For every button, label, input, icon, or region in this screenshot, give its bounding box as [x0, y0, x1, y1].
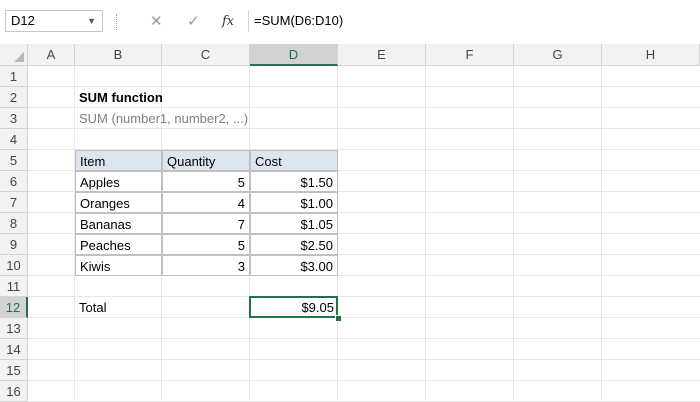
row-header-16[interactable]: 16 [0, 381, 28, 402]
row-header-2[interactable]: 2 [0, 87, 28, 108]
column-header-f[interactable]: F [426, 44, 514, 66]
chevron-down-icon[interactable]: ▼ [87, 11, 96, 31]
fill-handle[interactable] [335, 315, 342, 322]
name-box[interactable]: D12 ▼ [5, 10, 103, 32]
table-header-cell[interactable]: Quantity [162, 150, 250, 171]
row-header-12[interactable]: 12 [0, 297, 28, 318]
row-header-4[interactable]: 4 [0, 129, 28, 150]
table-cell[interactable]: Peaches [75, 234, 162, 255]
table-cell[interactable]: Apples [75, 171, 162, 192]
name-box-value: D12 [11, 13, 35, 28]
row-header-11[interactable]: 11 [0, 276, 28, 297]
gridline-horizontal [28, 338, 700, 339]
column-header-h[interactable]: H [602, 44, 700, 66]
table-cell[interactable]: Kiwis [75, 255, 162, 276]
column-header-a[interactable]: A [28, 44, 75, 66]
column-header-d[interactable]: D [250, 44, 338, 66]
formula-input[interactable]: =SUM(D6:D10) [248, 10, 700, 32]
column-header-b[interactable]: B [75, 44, 162, 66]
row-header-1[interactable]: 1 [0, 66, 28, 87]
row-header-6[interactable]: 6 [0, 171, 28, 192]
enter-icon[interactable]: ✓ [187, 12, 200, 32]
table-cell[interactable]: Oranges [75, 192, 162, 213]
gridline-horizontal [28, 359, 700, 360]
row-header-14[interactable]: 14 [0, 339, 28, 360]
total-label[interactable]: Total [75, 297, 162, 318]
table-header-cell[interactable]: Cost [250, 150, 338, 171]
column-header-c[interactable]: C [162, 44, 250, 66]
row-header-7[interactable]: 7 [0, 192, 28, 213]
table-cell[interactable]: 7 [162, 213, 250, 234]
table-cell[interactable]: $1.00 [250, 192, 338, 213]
select-all-corner[interactable] [0, 44, 28, 66]
active-cell-outline [249, 296, 338, 318]
table-cell[interactable]: 5 [162, 234, 250, 255]
spreadsheet-grid: A B C D E F G H 1 2 3 4 5 6 7 8 9 10 11 12 13 14 15 16 SUM funct… [0, 44, 700, 402]
table-cell[interactable]: 5 [162, 171, 250, 192]
gridline-horizontal [28, 380, 700, 381]
insert-function-icon[interactable]: fx [222, 12, 234, 32]
row-header-9[interactable]: 9 [0, 234, 28, 255]
row-header-5[interactable]: 5 [0, 150, 28, 171]
table-cell[interactable]: 4 [162, 192, 250, 213]
row-header-3[interactable]: 3 [0, 108, 28, 129]
cancel-icon[interactable]: ✕ [150, 12, 163, 32]
table-cell[interactable]: $2.50 [250, 234, 338, 255]
sheet-subtitle[interactable]: SUM (number1, number2, ...) [75, 108, 248, 129]
formula-bar: D12 ▼ ✕ ✓ fx =SUM(D6:D10) [0, 0, 700, 45]
table-cell[interactable]: $1.05 [250, 213, 338, 234]
table-cell[interactable]: Bananas [75, 213, 162, 234]
row-header-13[interactable]: 13 [0, 318, 28, 339]
column-header-e[interactable]: E [338, 44, 426, 66]
table-cell[interactable]: 3 [162, 255, 250, 276]
column-header-g[interactable]: G [514, 44, 602, 66]
formula-bar-separator [116, 14, 121, 30]
table-cell[interactable]: $1.50 [250, 171, 338, 192]
row-header-15[interactable]: 15 [0, 360, 28, 381]
sheet-title[interactable]: SUM function [75, 87, 163, 108]
row-header-8[interactable]: 8 [0, 213, 28, 234]
row-header-10[interactable]: 10 [0, 255, 28, 276]
table-cell[interactable]: $3.00 [250, 255, 338, 276]
table-header-cell[interactable]: Item [75, 150, 162, 171]
